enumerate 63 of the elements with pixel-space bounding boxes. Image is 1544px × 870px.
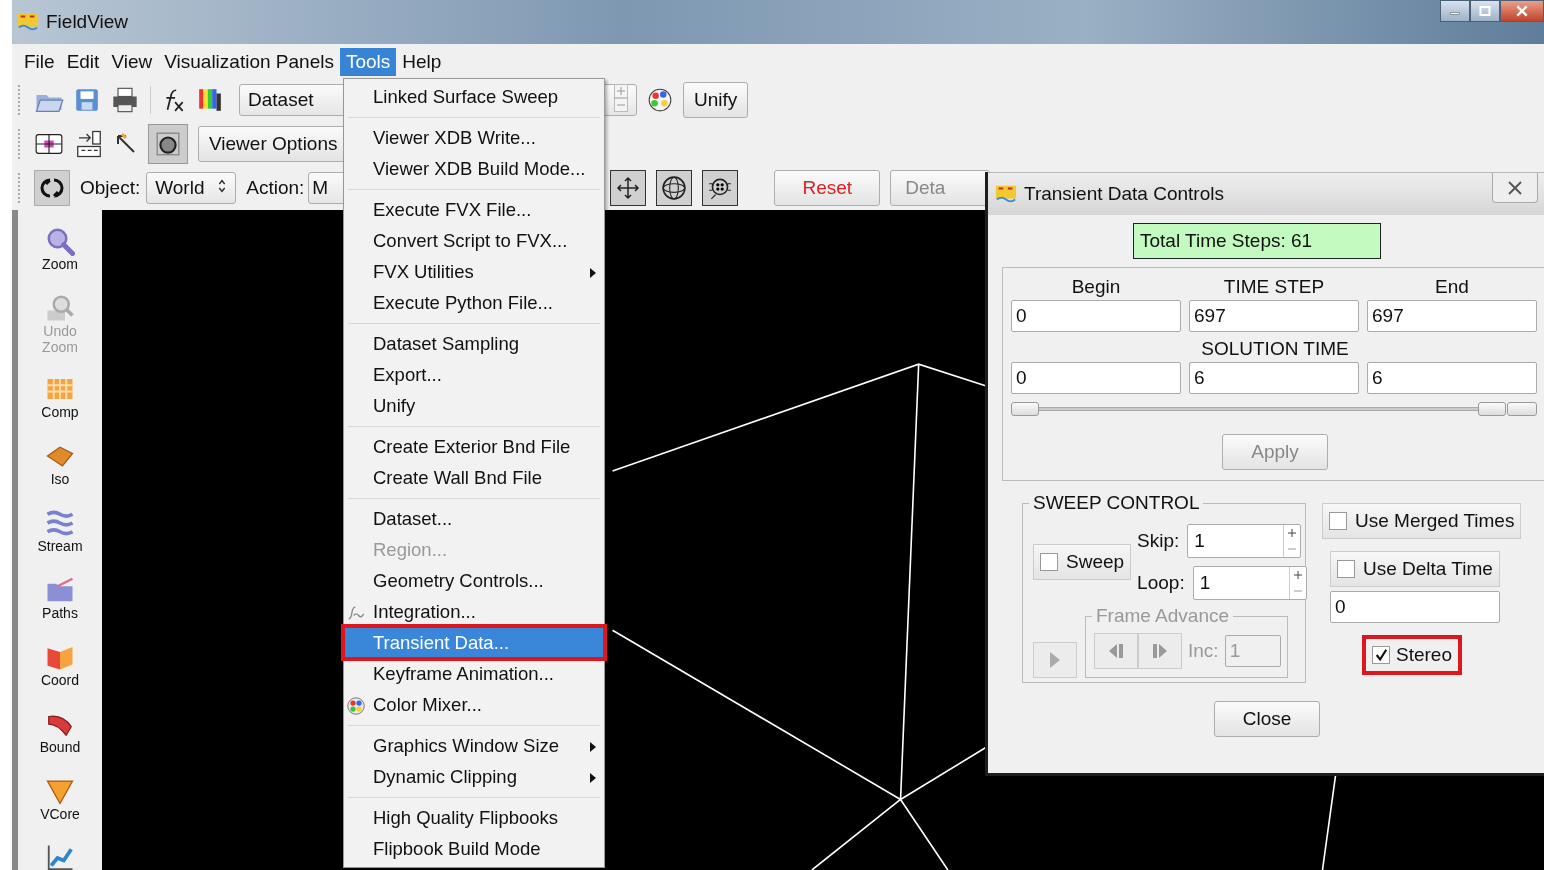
menu-item[interactable]: Execute FVX File... bbox=[344, 194, 604, 225]
menu-item[interactable]: Linked Surface Sweep bbox=[344, 81, 604, 112]
column-label: TIME STEP bbox=[1222, 276, 1326, 299]
solution-time-field[interactable]: 6 bbox=[1367, 362, 1537, 394]
unify-button[interactable]: Unify bbox=[683, 82, 749, 118]
sweep-toggle[interactable]: Sweep bbox=[1033, 544, 1132, 580]
total-time-steps: Total Time Steps: 61 bbox=[1133, 223, 1381, 259]
time-step-field[interactable]: 697 bbox=[1189, 300, 1359, 332]
solution-time-field[interactable]: 0 bbox=[1011, 362, 1181, 394]
menu-item[interactable]: High Quality Flipbooks bbox=[344, 802, 604, 833]
menu-item[interactable]: Transient Data... bbox=[344, 627, 604, 658]
solution-time-field[interactable]: 6 bbox=[1189, 362, 1359, 394]
menu-item[interactable]: Flipbook Build Mode bbox=[344, 833, 604, 864]
column-label: End bbox=[1434, 276, 1470, 299]
close-dialog-button[interactable]: Close bbox=[1214, 701, 1320, 737]
object-select[interactable]: World bbox=[146, 172, 237, 204]
tool-label[interactable]: Zoom bbox=[42, 256, 78, 272]
column-label: Begin bbox=[1070, 276, 1122, 299]
menu-item[interactable]: Tools bbox=[339, 48, 397, 76]
menu-item[interactable]: View bbox=[105, 48, 159, 76]
menu-item[interactable]: Visualization Panels bbox=[158, 48, 340, 76]
menu-item[interactable]: Integration... bbox=[344, 596, 604, 627]
loop-spinbox[interactable]: 1 bbox=[1192, 566, 1307, 600]
stereo-checkbox[interactable]: Stereo bbox=[1366, 639, 1458, 671]
time-step-field[interactable]: 0 bbox=[1011, 300, 1181, 332]
menu-item[interactable]: Edit bbox=[60, 48, 106, 76]
tool-label[interactable]: Comp bbox=[41, 404, 79, 420]
use-delta-time-toggle[interactable]: Use Delta Time bbox=[1330, 551, 1500, 587]
menu-item[interactable]: File bbox=[18, 48, 61, 76]
section-label: SOLUTION TIME bbox=[1200, 337, 1350, 361]
menu-item[interactable]: Graphics Window Size bbox=[344, 730, 604, 761]
use-merged-times-toggle[interactable]: Use Merged Times bbox=[1322, 503, 1522, 539]
menu-item[interactable]: Create Exterior Bnd File bbox=[344, 431, 604, 462]
action-label: Action: bbox=[246, 177, 305, 199]
tool-label[interactable]: Paths bbox=[42, 605, 78, 621]
menu-item[interactable]: Dataset... bbox=[344, 503, 604, 534]
menu-item[interactable]: Export... bbox=[344, 359, 604, 390]
tool-label[interactable]: Coord bbox=[40, 672, 80, 688]
menu-item[interactable]: Geometry Controls... bbox=[344, 565, 604, 596]
loop-label: Loop: bbox=[1137, 572, 1185, 594]
tool-label[interactable]: Iso bbox=[50, 471, 70, 487]
time-step-field[interactable]: 697 bbox=[1367, 300, 1537, 332]
menu-item[interactable]: Create Wall Bnd File bbox=[344, 462, 604, 493]
menu-item[interactable]: Keyframe Animation... bbox=[344, 658, 604, 689]
delta-time-field[interactable]: 0 bbox=[1330, 591, 1500, 623]
dialog-title: Transient Data Controls bbox=[1024, 183, 1224, 205]
inc-label: Inc: bbox=[1188, 640, 1219, 662]
menu-item[interactable]: Execute Python File... bbox=[344, 287, 604, 318]
menu-item[interactable]: Convert Script to FVX... bbox=[344, 225, 604, 256]
skip-spinbox[interactable]: 1 bbox=[1187, 524, 1302, 558]
menu-item[interactable]: Dynamic Clipping bbox=[344, 761, 604, 792]
menu-item[interactable]: Color Mixer... bbox=[344, 689, 604, 720]
tool-label[interactable]: Bound bbox=[39, 739, 81, 755]
window-title: FieldView bbox=[46, 11, 129, 33]
menu-item[interactable]: Dataset Sampling bbox=[344, 328, 604, 359]
menu-item[interactable]: Help bbox=[396, 48, 448, 76]
reset-button[interactable]: Reset bbox=[774, 170, 881, 206]
object-label: Object: bbox=[80, 177, 141, 199]
tool-label[interactable]: Stream bbox=[37, 538, 83, 554]
skip-label: Skip: bbox=[1137, 530, 1180, 552]
menu-item[interactable]: Unify bbox=[344, 390, 604, 421]
tool-label[interactable]: VCore bbox=[40, 806, 80, 822]
menu-item[interactable]: FVX Utilities bbox=[344, 256, 604, 287]
